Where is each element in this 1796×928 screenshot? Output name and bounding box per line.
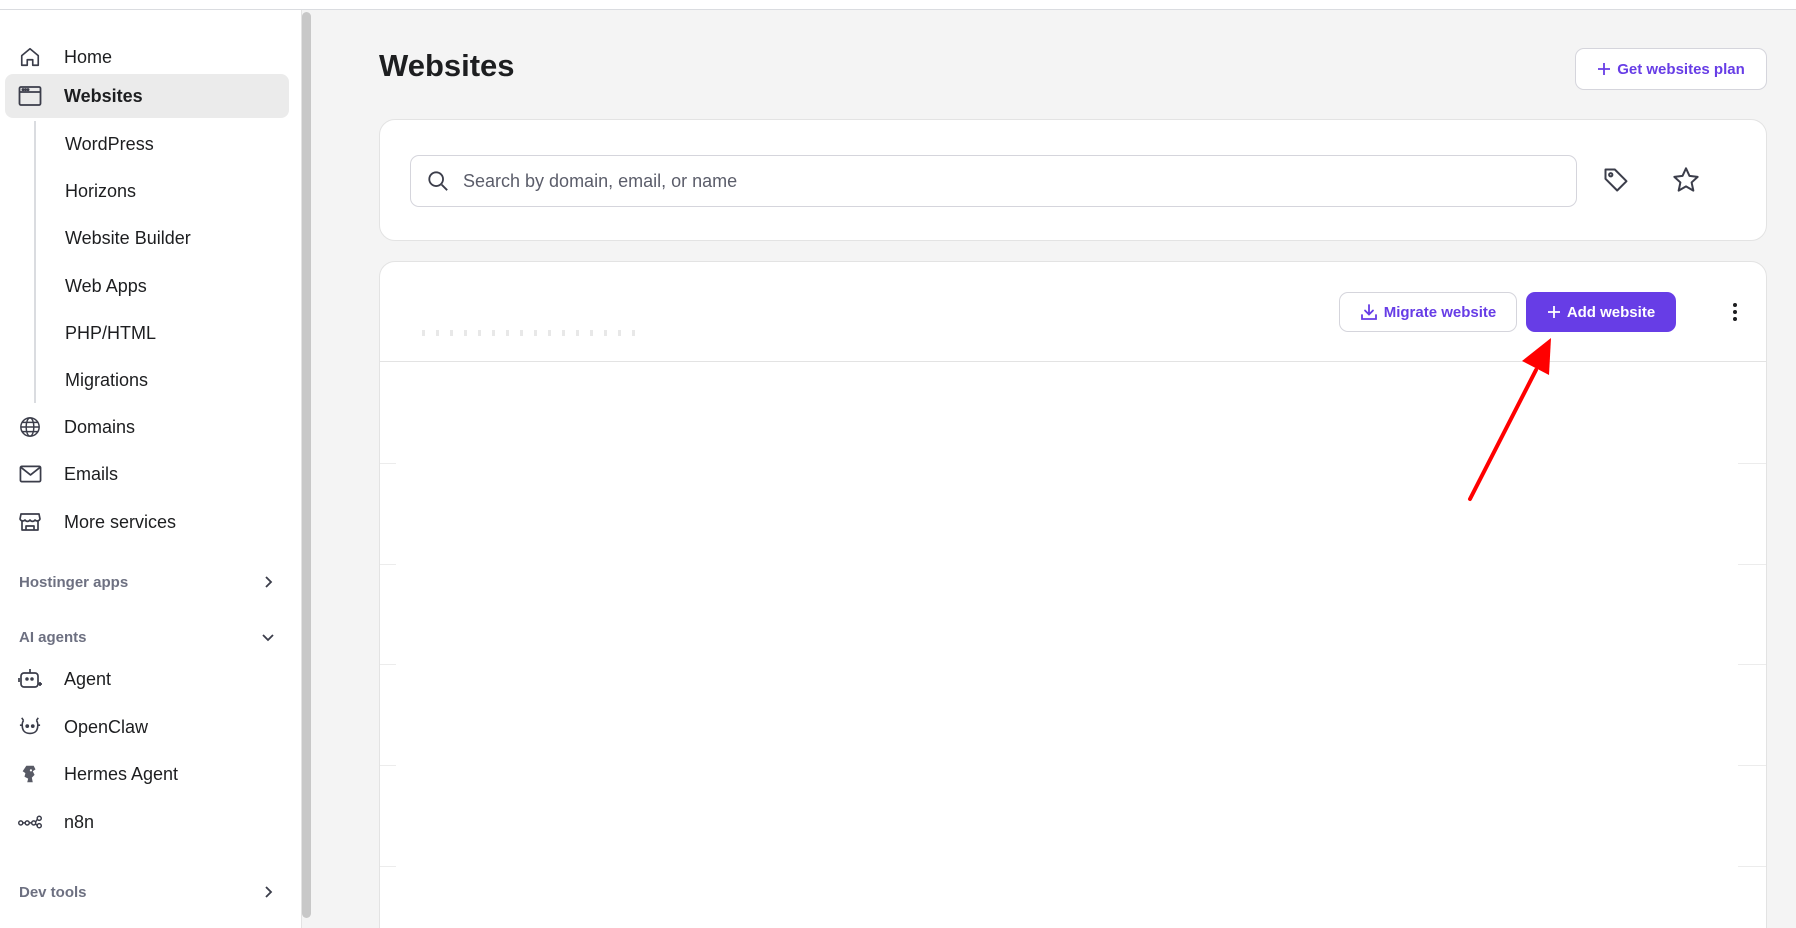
chevron-right-icon [260, 574, 276, 590]
sidebar-item-more-services[interactable]: More services [5, 500, 289, 544]
section-hostinger-apps[interactable]: Hostinger apps [19, 567, 276, 597]
sidebar-item-label: Websites [64, 85, 143, 106]
sidebar-subitem-horizons[interactable]: Horizons [34, 167, 289, 215]
sidebar-item-websites[interactable]: Websites [5, 74, 289, 118]
plus-icon [1598, 63, 1611, 75]
section-label: Hostinger apps [19, 573, 129, 591]
row-separator [380, 866, 396, 867]
sidebar: Home Websites WordPress Horizons Website… [0, 10, 302, 928]
sidebar-item-label: OpenClaw [64, 716, 149, 737]
section-label: AI agents [19, 628, 87, 646]
sidebar-subitem-label: WordPress [65, 133, 154, 154]
row-separator [380, 664, 396, 665]
hermes-icon [18, 762, 42, 786]
tag-filter-button[interactable] [1594, 158, 1638, 202]
button-label: Migrate website [1383, 303, 1497, 321]
row-separator [1738, 664, 1766, 665]
button-label: Get websites plan [1617, 60, 1745, 78]
download-icon [1360, 304, 1377, 320]
row-separator [1738, 866, 1766, 867]
sidebar-item-label: Emails [64, 463, 119, 484]
row-separator [1738, 765, 1766, 766]
sidebar-item-label: n8n [64, 811, 95, 832]
row-separator [1738, 463, 1766, 464]
page-title: Websites [379, 48, 515, 83]
get-websites-plan-button[interactable]: Get websites plan [1575, 48, 1767, 90]
migrate-website-button[interactable]: Migrate website [1339, 292, 1517, 332]
sidebar-item-domains[interactable]: Domains [5, 405, 289, 449]
section-label: Dev tools [19, 883, 87, 901]
sidebar-item-emails[interactable]: Emails [5, 452, 289, 496]
search-icon [427, 170, 451, 194]
sidebar-subitem-wordpress[interactable]: WordPress [34, 121, 289, 167]
blurred-header-text [422, 330, 636, 336]
row-separator [380, 564, 396, 565]
list-header: Migrate website Add website [380, 262, 1766, 362]
sidebar-subitem-label: Horizons [65, 180, 137, 201]
n8n-icon [18, 810, 42, 834]
search-box[interactable] [410, 155, 1577, 207]
sidebar-subitem-label: Web Apps [65, 275, 147, 296]
row-separator [380, 765, 396, 766]
add-website-button[interactable]: Add website [1526, 292, 1676, 332]
chevron-down-icon [260, 629, 276, 645]
section-ai-agents[interactable]: AI agents [19, 622, 276, 652]
store-icon [18, 510, 42, 534]
openclaw-icon [18, 715, 42, 739]
tag-icon [1604, 168, 1628, 192]
sidebar-scrollbar[interactable] [302, 12, 311, 918]
button-label: Add website [1566, 303, 1656, 321]
sidebar-subitem-label: PHP/HTML [65, 323, 157, 343]
browser-top-border [0, 0, 1796, 10]
sidebar-subitem-web-apps[interactable]: Web Apps [34, 262, 289, 310]
search-card [379, 119, 1767, 241]
row-separator [380, 463, 396, 464]
sidebar-item-hermes-agent[interactable]: Hermes Agent [5, 752, 289, 796]
globe-icon [18, 415, 42, 439]
sidebar-item-n8n[interactable]: n8n [5, 800, 289, 844]
favorites-filter-button[interactable] [1664, 158, 1708, 202]
browser-window-icon [18, 84, 42, 108]
sidebar-item-label: Home [64, 46, 113, 67]
sidebar-item-label: More services [64, 511, 177, 532]
kebab-menu-icon [1733, 303, 1737, 321]
robot-icon [18, 667, 42, 691]
mail-icon [18, 462, 42, 486]
search-input[interactable] [463, 156, 1563, 206]
sidebar-subitem-label: Migrations [65, 369, 149, 390]
more-options-button[interactable] [1713, 290, 1757, 334]
home-icon [18, 45, 42, 69]
row-separator [1738, 564, 1766, 565]
sidebar-subitem-migrations[interactable]: Migrations [34, 357, 289, 403]
sidebar-subitem-php-html[interactable]: PHP/HTML [34, 310, 289, 357]
sidebar-item-label: Agent [64, 668, 112, 689]
plus-icon [1547, 306, 1560, 318]
chevron-right-icon [260, 884, 276, 900]
star-icon [1673, 167, 1699, 192]
sidebar-item-home[interactable]: Home [5, 35, 289, 79]
sidebar-item-openclaw[interactable]: OpenClaw [5, 705, 289, 749]
section-dev-tools[interactable]: Dev tools [19, 877, 276, 907]
websites-list-card: Migrate website Add website [379, 261, 1767, 928]
sidebar-item-agent[interactable]: Agent [5, 657, 289, 701]
sidebar-item-label: Domains [64, 416, 136, 437]
sidebar-item-label: Hermes Agent [64, 763, 179, 784]
sidebar-subitem-label: Website Builder [65, 228, 191, 248]
sidebar-subitem-website-builder[interactable]: Website Builder [34, 215, 289, 262]
